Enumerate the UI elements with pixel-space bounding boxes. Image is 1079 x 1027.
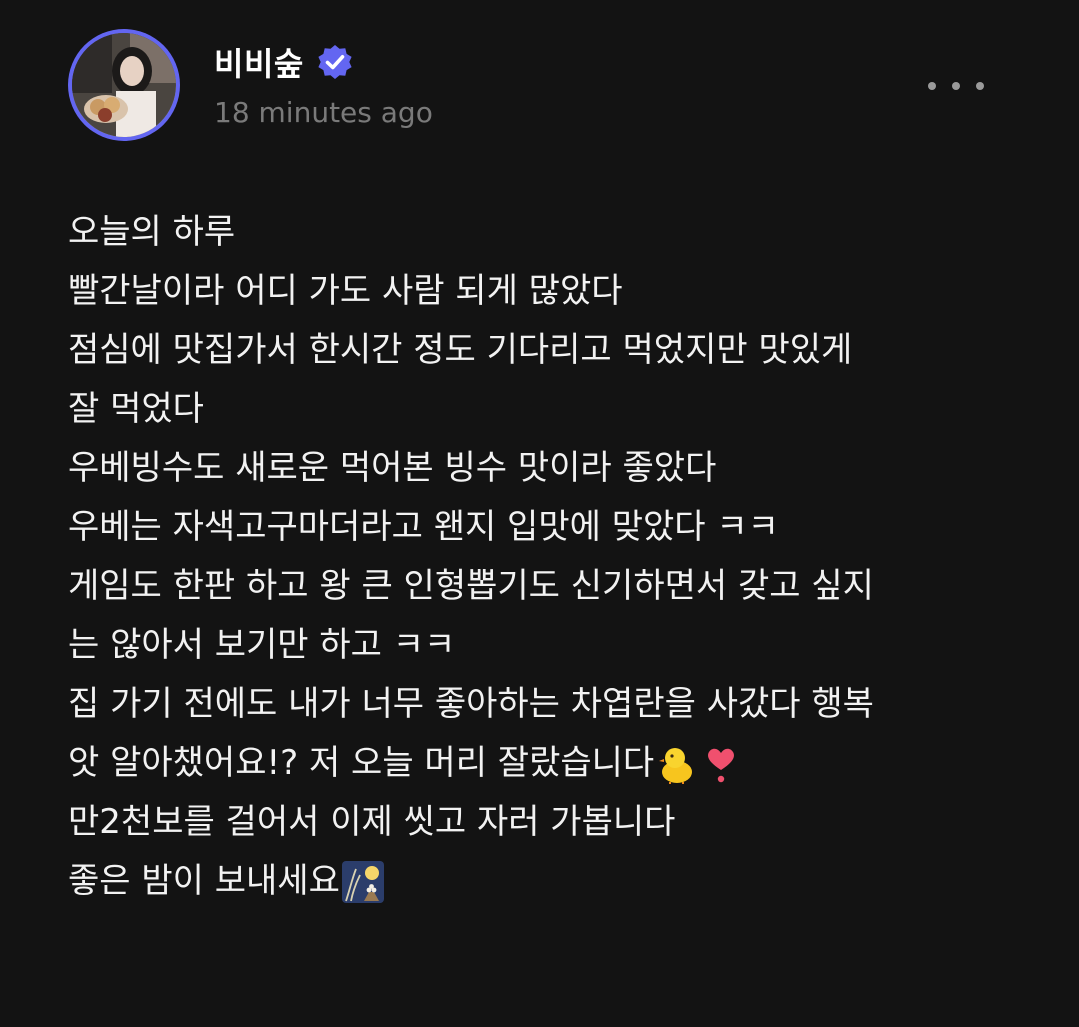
post-line-text: 빨간날이라 어디 가도 사람 되게 많았다 bbox=[68, 271, 623, 311]
post-line: 우베빙수도 새로운 먹어본 빙수 맛이라 좋았다 bbox=[68, 439, 1028, 498]
post-line-text: 점심에 맛집가서 한시간 정도 기다리고 먹었지만 맛있게 bbox=[68, 330, 853, 370]
post-line: 만2천보를 걸어서 이제 씻고 자러 가봅니다 bbox=[68, 793, 1028, 852]
post-line-text: 만2천보를 걸어서 이제 씻고 자러 가봅니다 bbox=[68, 802, 676, 842]
dot bbox=[976, 82, 984, 90]
post-line: 집 가기 전에도 내가 너무 좋아하는 차엽란을 사갔다 행복 bbox=[68, 675, 1028, 734]
post-line-text: 잘 먹었다 bbox=[68, 389, 204, 429]
post-line: 게임도 한판 하고 왕 큰 인형뽑기도 신기하면서 갖고 싶지 bbox=[68, 557, 1028, 616]
post-line: 좋은 밤이 보내세요 bbox=[68, 852, 1028, 911]
post-timestamp: 18 minutes ago bbox=[214, 96, 433, 129]
post-line-text: 오늘의 하루 bbox=[68, 212, 236, 252]
chick-emoji-icon bbox=[656, 743, 698, 785]
post-header: 비비숲 18 minutes ago bbox=[0, 0, 1079, 170]
post-line-text: 게임도 한판 하고 왕 큰 인형뽑기도 신기하면서 갖고 싶지 bbox=[68, 566, 874, 606]
post-line: 점심에 맛집가서 한시간 정도 기다리고 먹었지만 맛있게 bbox=[68, 321, 1028, 380]
author-avatar[interactable] bbox=[68, 29, 180, 141]
avatar-photo-icon bbox=[72, 33, 176, 137]
post-line: 잘 먹었다 bbox=[68, 380, 1028, 439]
heart-exclamation-emoji-icon bbox=[700, 743, 742, 785]
dot bbox=[928, 82, 936, 90]
post-body: 오늘의 하루 빨간날이라 어디 가도 사람 되게 많았다 점심에 맛집가서 한시… bbox=[68, 203, 1028, 911]
post-line-text: 좋은 밤이 보내세요 bbox=[68, 861, 340, 901]
post-line-text: 우베는 자색고구마더라고 왠지 입맛에 맞았다 ㅋㅋ bbox=[68, 507, 779, 547]
moon-viewing-emoji-icon bbox=[341, 860, 384, 903]
post-line: 빨간날이라 어디 가도 사람 되게 많았다 bbox=[68, 262, 1028, 321]
post-line-text: 집 가기 전에도 내가 너무 좋아하는 차엽란을 사갔다 행복 bbox=[68, 684, 874, 724]
more-dots-icon[interactable] bbox=[928, 72, 984, 100]
verified-badge-icon bbox=[316, 43, 354, 81]
post-line-text: 우베빙수도 새로운 먹어본 빙수 맛이라 좋았다 bbox=[68, 448, 717, 488]
post-line: 는 않아서 보기만 하고 ㅋㅋ bbox=[68, 616, 1028, 675]
author-row: 비비숲 bbox=[214, 40, 354, 84]
author-name[interactable]: 비비숲 bbox=[214, 39, 304, 85]
post-line: 앗 알아챘어요!? 저 오늘 머리 잘랐습니다 bbox=[68, 734, 1028, 793]
post-line-text: 는 않아서 보기만 하고 ㅋㅋ bbox=[68, 625, 456, 665]
post-line-text: 앗 알아챘어요!? 저 오늘 머리 잘랐습니다 bbox=[68, 743, 655, 783]
dot bbox=[952, 82, 960, 90]
post-line: 우베는 자색고구마더라고 왠지 입맛에 맞았다 ㅋㅋ bbox=[68, 498, 1028, 557]
post-line: 오늘의 하루 bbox=[68, 203, 1028, 262]
